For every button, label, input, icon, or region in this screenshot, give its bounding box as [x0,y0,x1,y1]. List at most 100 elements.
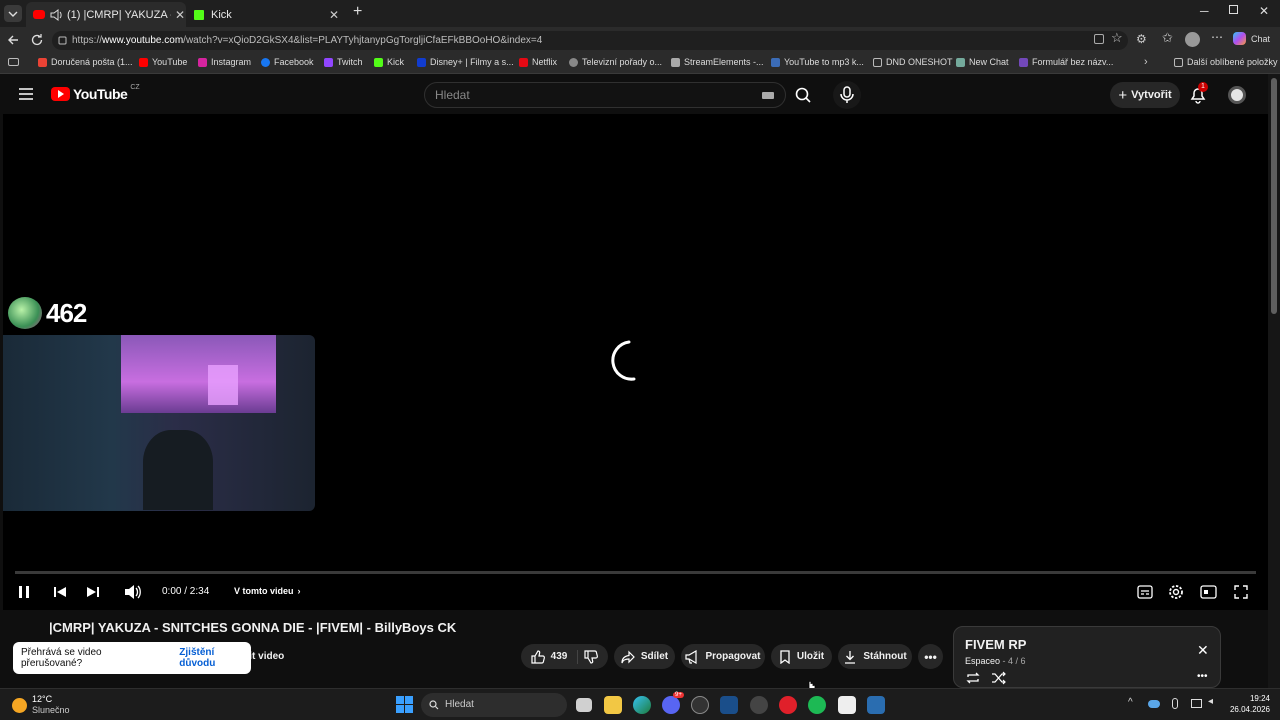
scrollbar-thumb[interactable] [1271,78,1277,314]
page-scrollbar[interactable] [1268,74,1280,688]
save-button[interactable]: Uložit [771,644,832,669]
discord-icon[interactable] [662,696,680,714]
app-g-icon[interactable] [691,696,709,714]
bookmark-forms[interactable]: Formulář bez názv... [1019,57,1113,67]
other-favorites[interactable]: Další oblíbené položky [1174,57,1278,67]
windows-start-icon[interactable] [396,696,413,713]
file-explorer-icon[interactable] [604,696,622,714]
bookmark-kick[interactable]: Kick [374,57,404,67]
account-avatar[interactable] [1228,86,1246,104]
keyboard-icon[interactable] [762,92,774,99]
download-button[interactable]: Stáhnout [838,644,912,669]
extensions-icon[interactable]: ⚙ [1136,32,1147,46]
tray-chevron-up-icon[interactable]: ^ [1128,697,1133,708]
bookmark-disney[interactable]: Disney+ | Filmy a s... [417,57,514,67]
volume-tray-icon[interactable]: ◂ [1208,696,1213,707]
next-icon[interactable] [86,585,100,599]
minimize-window-icon[interactable]: ─ [1200,4,1209,18]
close-window-icon[interactable]: ✕ [1259,4,1269,18]
tab-youtube[interactable]: (1) |CMRP| YAKUZA - SNITCHE ✕ [26,2,186,27]
theater-mode-icon[interactable] [1200,585,1217,599]
share-button[interactable]: Sdílet [614,644,675,669]
capcut-icon[interactable] [838,696,856,714]
steam-arrow-icon[interactable] [720,696,738,714]
bookmark-streamelements[interactable]: StreamElements -... [671,57,764,67]
refresh-icon[interactable] [30,33,44,47]
reading-list-icon[interactable] [8,58,19,66]
pause-icon[interactable] [17,585,31,599]
more-horizontal-icon: ••• [924,649,937,664]
video-player[interactable]: 462 0:00 / 2:34 V tomto videu › [3,114,1268,610]
bookmark-twitch[interactable]: Twitch [324,57,363,67]
overlay-counter-value: 462 [46,297,87,328]
chapters-button[interactable]: V tomto videu › [234,586,301,596]
bookmark-new-chat[interactable]: New Chat [956,57,1009,67]
onedrive-icon[interactable] [1148,700,1160,708]
settings-gear-icon[interactable] [1168,584,1184,600]
volume-icon[interactable] [124,584,142,600]
tab-actions-button[interactable] [4,5,22,22]
profile-avatar[interactable] [1185,32,1200,47]
windows-taskbar: 12°C Slunečno Hledat 9+ ^ ◂ 19:24 26.04.… [0,688,1280,720]
thumbs-down-icon[interactable] [584,649,599,664]
bookmark-mp3[interactable]: YouTube to mp3 k... [771,57,864,67]
playlist-owner[interactable]: Espaceo [965,656,1000,666]
create-button[interactable]: + Vytvořit [1110,82,1180,108]
toast-learn-why-link[interactable]: Zjištění důvodu [179,647,251,669]
playlist-menu-icon[interactable]: ••• [1197,671,1208,682]
hamburger-menu-icon[interactable] [19,88,33,100]
subtitles-icon[interactable] [1137,585,1153,599]
chevron-right-icon[interactable]: › [1144,56,1148,68]
more-menu-icon[interactable]: ⋯ [1211,30,1223,44]
steam-client-icon[interactable] [867,696,885,714]
url-field[interactable]: https://www.youtube.com/watch?v=xQioD2Gk… [52,31,1128,50]
previous-icon[interactable] [53,585,67,599]
bookmark-youtube[interactable]: YouTube [139,57,187,67]
weather-widget[interactable]: 12°C Slunečno [12,694,70,716]
app-available-icon[interactable] [1094,34,1104,44]
youtube-logo[interactable]: YouTube CZ [51,84,140,102]
new-tab-icon[interactable]: + [353,3,362,21]
maximize-window-icon[interactable] [1229,5,1238,14]
bookmark-tv[interactable]: Televizní pořady o... [569,57,662,67]
network-icon[interactable] [1191,699,1202,708]
close-tab-icon[interactable]: ✕ [329,8,339,22]
speaker-icon[interactable] [49,8,63,21]
search-input[interactable]: Hledat [424,82,786,108]
back-arrow-icon[interactable] [6,33,20,47]
close-playlist-icon[interactable]: ✕ [1197,642,1209,659]
close-tab-icon[interactable]: ✕ [175,8,185,22]
search-button[interactable] [786,82,824,108]
steam-app-icon[interactable] [750,696,768,714]
more-actions-button[interactable]: ••• [918,644,943,669]
opera-icon[interactable] [779,696,797,714]
bookmark-gmail[interactable]: Doručená pošta (1... [38,57,133,67]
task-view-icon[interactable] [576,698,592,712]
notifications-button[interactable]: 1 [1188,82,1208,105]
spotify-icon[interactable] [808,696,826,714]
loop-icon[interactable] [965,671,981,685]
like-button[interactable]: 439 [531,649,579,664]
search-icon [429,700,439,710]
favorite-star-icon[interactable]: ☆ [1111,30,1123,46]
fullscreen-icon[interactable] [1233,584,1249,600]
bookmark-folder-dnd[interactable]: DND ONESHOT [873,57,953,67]
bookmark-facebook[interactable]: Facebook [261,57,314,67]
bookmark-netflix[interactable]: Netflix [519,57,557,67]
bookmark-instagram[interactable]: Instagram [198,57,251,67]
edge-browser-icon[interactable] [633,696,651,714]
promote-button[interactable]: Propagovat [681,644,765,669]
taskbar-search-input[interactable]: Hledat [421,693,567,717]
shuffle-icon[interactable] [991,671,1007,685]
sun-icon [12,697,27,713]
clock[interactable]: 19:24 26.04.2026 [1226,693,1270,715]
favorites-icon[interactable]: ✩ [1162,30,1173,46]
voice-search-button[interactable] [833,81,861,109]
bookmark-label: Kick [387,57,405,67]
copilot-chat-button[interactable]: Chat [1233,32,1270,45]
playlist-title[interactable]: FIVEM RP [965,637,1026,652]
microphone-tray-icon[interactable] [1172,698,1178,709]
tab-kick[interactable]: Kick ✕ [188,2,348,27]
progress-bar[interactable] [15,571,1256,574]
site-info-icon[interactable] [58,36,67,45]
